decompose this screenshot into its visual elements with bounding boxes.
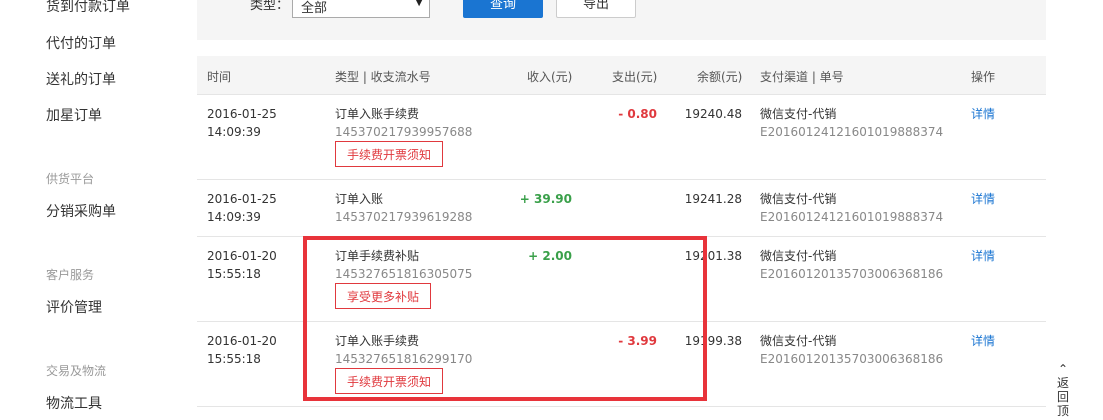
- row-time: 15:55:18: [207, 352, 261, 366]
- row-serial: 145370217939957688: [335, 125, 473, 139]
- row-channel: 微信支付-代销: [760, 334, 837, 348]
- row-balance: 19201.38: [684, 249, 742, 263]
- row-channel: 微信支付-代销: [760, 249, 837, 263]
- invoice-notice-button[interactable]: 手续费开票须知: [335, 368, 444, 394]
- row-expense: - 0.80: [618, 107, 657, 121]
- row-order-no: E20160124121601019888374: [760, 210, 944, 224]
- row-date: 2016-01-25: [207, 192, 277, 206]
- row-channel: 微信支付-代销: [760, 107, 837, 121]
- row-order-no: E20160120135703006368186: [760, 352, 944, 366]
- invoice-notice-button[interactable]: 手续费开票须知: [335, 141, 444, 167]
- row-serial: 145327651816305075: [335, 267, 473, 281]
- back-to-top-label: 顶: [1056, 404, 1069, 418]
- header-channel: 支付渠道 | 单号: [760, 70, 844, 84]
- header-time: 时间: [207, 70, 232, 84]
- detail-link[interactable]: 详情: [971, 190, 995, 208]
- type-filter-label: 类型：: [250, 0, 290, 13]
- row-expense: - 3.99: [618, 334, 657, 348]
- row-type: 订单入账手续费: [335, 334, 420, 348]
- row-date: 2016-01-25: [207, 107, 277, 121]
- sidebar-item-paid-by-others[interactable]: 代付的订单: [46, 33, 116, 53]
- row-type: 订单入账手续费: [335, 107, 420, 121]
- header-expense: 支出(元): [612, 70, 658, 84]
- sidebar-group-service: 客户服务: [46, 268, 95, 282]
- row-income: + 39.90: [519, 192, 572, 206]
- sidebar-group-logistics: 交易及物流: [46, 364, 107, 378]
- row-serial: 145370217939619288: [335, 210, 473, 224]
- row-balance: 19199.38: [684, 334, 742, 348]
- header-action: 操作: [971, 70, 996, 84]
- sidebar-group-supply: 供货平台: [46, 172, 95, 186]
- row-type: 订单入账: [335, 192, 384, 206]
- row-balance: 19241.28: [684, 192, 742, 206]
- sidebar-item-review[interactable]: 评价管理: [46, 297, 102, 317]
- type-select-value: 全部: [301, 1, 328, 16]
- type-select[interactable]: 全部 ▼: [292, 0, 430, 18]
- sidebar-item-logistics-tools[interactable]: 物流工具: [46, 393, 102, 413]
- detail-link[interactable]: 详情: [971, 247, 995, 265]
- sidebar-item-starred-orders[interactable]: 加星订单: [46, 105, 102, 125]
- back-to-top-label: 回: [1056, 390, 1069, 404]
- row-time: 15:55:18: [207, 267, 261, 281]
- sidebar-item-gift-orders[interactable]: 送礼的订单: [46, 69, 116, 89]
- header-income: 收入(元): [527, 70, 573, 84]
- export-button[interactable]: 导出: [556, 0, 636, 18]
- row-order-no: E20160120135703006368186: [760, 267, 944, 281]
- row-serial: 145327651816299170: [335, 352, 473, 366]
- back-to-top-button[interactable]: ⌃ 返 回 顶: [1053, 362, 1073, 418]
- row-balance: 19240.48: [684, 107, 742, 121]
- sidebar: 货到付款订单 代付的订单 送礼的订单 加星订单 供货平台 分销采购单 客户服务 …: [0, 0, 190, 420]
- row-date: 2016-01-20: [207, 249, 277, 263]
- chevron-up-icon: ⌃: [1057, 362, 1069, 376]
- row-time: 14:09:39: [207, 210, 261, 224]
- chevron-down-icon: ▼: [415, 0, 423, 8]
- detail-link[interactable]: 详情: [971, 105, 995, 123]
- row-date: 2016-01-20: [207, 334, 277, 348]
- row-channel: 微信支付-代销: [760, 192, 837, 206]
- back-to-top-label: 返: [1056, 376, 1069, 390]
- row-type: 订单手续费补贴: [335, 249, 420, 263]
- sidebar-item-cod-orders[interactable]: 货到付款订单: [46, 0, 130, 16]
- query-button[interactable]: 查询: [463, 0, 543, 18]
- sidebar-item-distribution[interactable]: 分销采购单: [46, 201, 116, 221]
- row-order-no: E20160124121601019888374: [760, 125, 944, 139]
- header-type: 类型 | 收支流水号: [335, 70, 431, 84]
- row-time: 14:09:39: [207, 125, 261, 139]
- row-income: + 2.00: [528, 249, 572, 263]
- more-subsidy-button[interactable]: 享受更多补贴: [335, 283, 432, 309]
- detail-link[interactable]: 详情: [971, 332, 995, 350]
- header-balance: 余额(元): [697, 70, 743, 84]
